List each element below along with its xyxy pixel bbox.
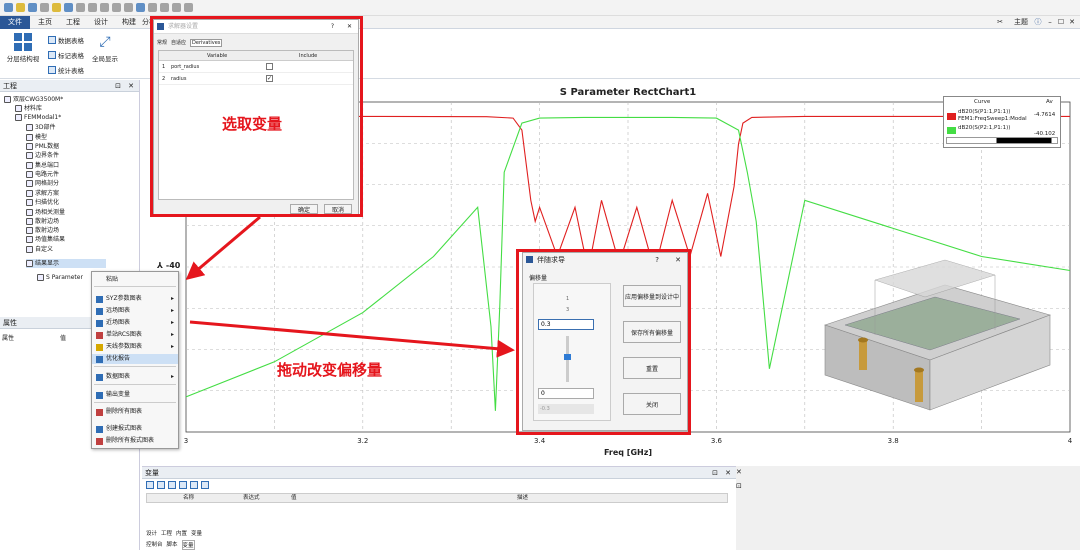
y-axis-hint: ⅄ -40 — [157, 261, 180, 270]
arrow-to-context-menu — [185, 215, 261, 280]
y-hint-value: -40 — [165, 261, 181, 270]
pointer-icon: ⅄ — [157, 261, 164, 270]
annotation-arrows — [185, 215, 515, 358]
annotation-drag-offset: 拖动改变偏移量 — [277, 361, 383, 379]
arrow-to-tuning-dialog — [189, 320, 515, 358]
annotation-select-variable: 选取变量 — [222, 115, 283, 133]
